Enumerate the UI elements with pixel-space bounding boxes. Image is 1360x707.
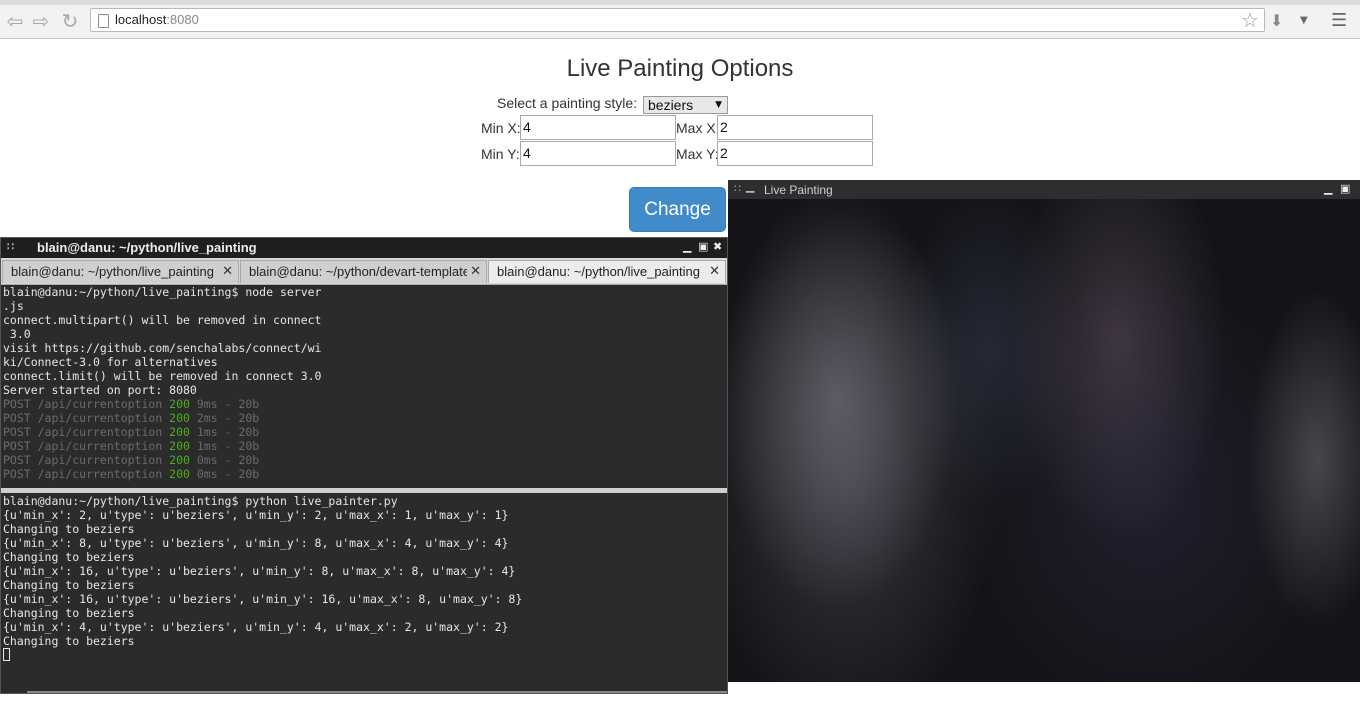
maximize-icon[interactable]: ▣ <box>1340 182 1350 195</box>
close-icon[interactable]: ✕ <box>467 261 481 283</box>
live-painting-titlebar[interactable]: ∷ ▁ Live Painting ▁ ▣ <box>728 180 1360 199</box>
star-icon[interactable]: ☆ <box>1241 8 1259 32</box>
terminal-pane-server[interactable]: blain@danu:~/python/live_painting$ node … <box>3 285 725 485</box>
back-icon[interactable]: ⇦ <box>2 8 28 34</box>
painting-canvas <box>728 199 1360 682</box>
terminal-line: 3.0 <box>3 327 31 341</box>
terminal-line: Changing to beziers <box>3 578 135 592</box>
minimize-icon[interactable]: ▁ <box>683 240 691 253</box>
live-painting-title: Live Painting <box>764 183 833 197</box>
log-line: POST /api/currentoption 200 2ms - 20b <box>3 411 260 425</box>
terminal-tab[interactable]: blain@danu: ~/python/live_painting ✕ <box>2 260 239 283</box>
log-line: POST /api/currentoption 200 1ms - 20b <box>3 425 260 439</box>
terminal-line: Changing to beziers <box>3 522 135 536</box>
terminal-line: {u'min_x': 8, u'type': u'beziers', u'min… <box>3 536 509 550</box>
terminal-tab-label: blain@danu: ~/python/live_painting <box>11 264 214 279</box>
terminal-titlebar[interactable]: ∷ blain@danu: ~/python/live_painting ▁ ▣… <box>1 238 727 258</box>
terminal-line: Changing to beziers <box>3 606 135 620</box>
terminal-line: ki/Connect-3.0 for alternatives <box>3 355 218 369</box>
min-x-label: Min X: <box>481 120 521 136</box>
change-button[interactable]: Change <box>629 187 726 232</box>
terminal-line: blain@danu:~/python/live_painting$ node … <box>3 285 322 299</box>
dropdown-icon[interactable]: ▼ <box>1300 8 1308 34</box>
close-icon[interactable]: ✖ <box>713 240 722 253</box>
terminal-line: Server started on port: 8080 <box>3 383 197 397</box>
max-x-label: Max X: <box>676 120 720 136</box>
terminal-tab[interactable]: blain@danu: ~/python/devart-template ✕ <box>240 260 487 283</box>
terminal-line: {u'min_x': 16, u'type': u'beziers', u'mi… <box>3 592 523 606</box>
terminal-line: {u'min_x': 2, u'type': u'beziers', u'min… <box>3 508 509 522</box>
menu-icon[interactable]: ☰ <box>1331 8 1347 34</box>
log-line: POST /api/currentoption 200 9ms - 20b <box>3 397 260 411</box>
max-x-field[interactable]: 2 <box>717 115 873 140</box>
max-y-field[interactable]: 2 <box>717 141 873 166</box>
close-icon[interactable]: ✕ <box>709 261 720 283</box>
maximize-icon[interactable]: ▣ <box>698 240 708 253</box>
close-icon[interactable]: ✕ <box>222 261 233 283</box>
min-y-label: Min Y: <box>481 146 520 162</box>
terminal-tab-label: blain@danu: ~/python/live_painting <box>497 264 700 279</box>
log-line: POST /api/currentoption 200 1ms - 20b <box>3 439 260 453</box>
log-line: POST /api/currentoption 200 0ms - 20b <box>3 467 260 481</box>
terminal-cursor-line <box>3 648 725 662</box>
style-label: Select a painting style: <box>497 95 638 111</box>
log-line: POST /api/currentoption 200 0ms - 20b <box>3 453 260 467</box>
minimize-icon[interactable]: ▁ <box>1324 182 1332 195</box>
terminal-window: ∷ blain@danu: ~/python/live_painting ▁ ▣… <box>0 237 728 694</box>
min-y-field[interactable]: 4 <box>520 141 676 166</box>
terminal-title: blain@danu: ~/python/live_painting <box>37 240 257 255</box>
terminal-line: {u'min_x': 4, u'type': u'beziers', u'min… <box>3 620 509 634</box>
terminal-tab-label: blain@danu: ~/python/devart-template <box>249 264 470 279</box>
chevron-down-icon: ▼ <box>715 100 722 110</box>
terminal-line: .js <box>3 299 24 313</box>
live-painting-window: ∷ ▁ Live Painting ▁ ▣ <box>728 180 1360 682</box>
terminal-line: visit https://github.com/senchalabs/conn… <box>3 341 322 355</box>
page-icon <box>98 14 109 28</box>
url-text: localhost:8080 <box>115 12 199 27</box>
terminal-line: connect.limit() will be removed in conne… <box>3 369 322 383</box>
painting-style-select[interactable]: beziers ▼ <box>643 96 728 114</box>
browser-toolbar: ⇦ ⇨ ↻ localhost:8080 ☆ ⬇ ▼ ☰ <box>0 5 1360 39</box>
terminal-line: {u'min_x': 16, u'type': u'beziers', u'mi… <box>3 564 516 578</box>
min-x-field[interactable]: 4 <box>520 115 676 140</box>
reload-icon[interactable]: ↻ <box>57 8 83 34</box>
terminal-line: blain@danu:~/python/live_painting$ pytho… <box>3 494 398 508</box>
shade-icon[interactable]: ▁ <box>746 180 754 193</box>
terminal-line: Changing to beziers <box>3 550 135 564</box>
terminal-cursor <box>3 648 10 661</box>
grip-icon: ∷ <box>734 183 741 195</box>
horizontal-scrollbar[interactable] <box>27 691 727 693</box>
terminal-tab-bar: blain@danu: ~/python/live_painting ✕ bla… <box>1 258 727 285</box>
pane-splitter[interactable] <box>1 488 727 493</box>
max-y-label: Max Y: <box>676 146 719 162</box>
terminal-pane-painter[interactable]: blain@danu:~/python/live_painting$ pytho… <box>3 494 725 690</box>
style-select-value: beziers <box>648 97 694 113</box>
page-title: Live Painting Options <box>566 55 794 82</box>
terminal-line: Changing to beziers <box>3 634 135 648</box>
extension-icon[interactable]: ⬇ <box>1270 8 1283 34</box>
terminal-line: connect.multipart() will be removed in c… <box>3 313 322 327</box>
terminal-tab-active[interactable]: blain@danu: ~/python/live_painting ✕ <box>488 260 726 283</box>
address-bar[interactable]: localhost:8080 ☆ <box>90 8 1265 32</box>
forward-icon[interactable]: ⇨ <box>28 8 54 34</box>
grip-icon: ∷ <box>7 241 14 253</box>
